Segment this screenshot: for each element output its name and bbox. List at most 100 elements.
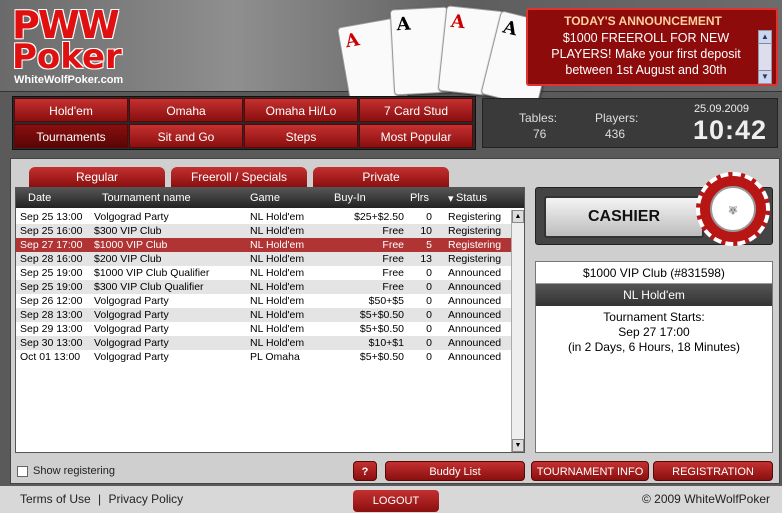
cell-players: 0 bbox=[426, 337, 432, 349]
cell-date: Sep 26 12:00 bbox=[20, 295, 83, 307]
cell-date: Sep 25 19:00 bbox=[20, 267, 83, 279]
tab-private[interactable]: Private bbox=[313, 167, 449, 187]
nav-steps[interactable]: Steps bbox=[244, 124, 358, 148]
table-row[interactable]: Sep 29 13:00 Volgograd Party NL Hold'em $5+… bbox=[16, 322, 512, 336]
logo: PWW Poker WhiteWolfPoker.com bbox=[10, 6, 160, 86]
checkbox[interactable] bbox=[17, 465, 28, 477]
cell-game: NL Hold'em bbox=[250, 295, 305, 307]
help-button[interactable]: ? bbox=[353, 461, 377, 481]
cell-status: Announced bbox=[448, 351, 502, 363]
table-row[interactable]: Sep 27 17:00 $1000 VIP Club NL Hold'em Free… bbox=[16, 238, 512, 252]
cell-status: Announced bbox=[448, 267, 502, 279]
tables-value: 76 bbox=[533, 127, 547, 141]
cell-tournament-name: $300 VIP Club bbox=[94, 225, 162, 237]
server-time: 10:42 bbox=[692, 115, 767, 145]
tab-regular[interactable]: Regular bbox=[29, 167, 165, 187]
tournament-table: Date Tournament name Game Buy-In Plrs ▾ … bbox=[15, 187, 525, 453]
announcement-panel: TODAY'S ANNOUNCEMENT $1000 FREEROLL FOR … bbox=[526, 8, 778, 86]
table-row[interactable]: Sep 28 13:00 Volgograd Party NL Hold'em $5+… bbox=[16, 308, 512, 322]
col-buyin[interactable]: Buy-In bbox=[334, 192, 366, 204]
cell-players: 0 bbox=[426, 267, 432, 279]
nav-omaha-hilo[interactable]: Omaha Hi/Lo bbox=[244, 98, 358, 122]
cashier-button[interactable]: CASHIER bbox=[544, 196, 704, 238]
cell-status: Registering bbox=[448, 225, 502, 237]
nav-tournaments[interactable]: Tournaments bbox=[14, 124, 128, 148]
bottom-toolbar: Show registering ? Buddy List TOURNAMENT… bbox=[11, 457, 781, 483]
table-scrollbar[interactable]: ▲ ▼ bbox=[511, 210, 524, 452]
nav-holdem[interactable]: Hold'em bbox=[14, 98, 128, 122]
table-row[interactable]: Sep 25 16:00 $300 VIP Club NL Hold'em Free 1… bbox=[16, 224, 512, 238]
detail-starts-remaining: (in 2 Days, 6 Hours, 18 Minutes) bbox=[567, 340, 741, 354]
cell-game: NL Hold'em bbox=[250, 211, 305, 223]
table-row[interactable]: Oct 01 13:00 Volgograd Party PL Omaha $5+$0… bbox=[16, 350, 512, 364]
poker-chip-icon: 🐺 bbox=[696, 172, 770, 246]
header: PWW Poker WhiteWolfPoker.com A A A A TOD… bbox=[0, 0, 782, 113]
cell-players: 10 bbox=[420, 225, 432, 237]
detail-starts-date: Sep 27 17:00 bbox=[618, 325, 690, 339]
logout-button[interactable]: LOGOUT bbox=[353, 490, 439, 512]
cell-game: PL Omaha bbox=[250, 351, 300, 363]
table-row[interactable]: Sep 30 13:00 Volgograd Party NL Hold'em $10… bbox=[16, 336, 512, 350]
tournament-info-button[interactable]: TOURNAMENT INFO bbox=[531, 461, 649, 481]
scroll-down-icon[interactable]: ▼ bbox=[512, 439, 524, 452]
col-tournament-name[interactable]: Tournament name bbox=[102, 192, 191, 204]
cell-players: 0 bbox=[426, 309, 432, 321]
cell-tournament-name: $1000 VIP Club Qualifier bbox=[94, 267, 210, 279]
logo-site-url: WhiteWolfPoker.com bbox=[14, 74, 124, 86]
cell-date: Sep 30 13:00 bbox=[20, 337, 83, 349]
tab-freeroll-specials[interactable]: Freeroll / Specials bbox=[171, 167, 307, 187]
cell-buyin: $25+$2.50 bbox=[354, 211, 404, 223]
table-row[interactable]: Sep 25 19:00 $300 VIP Club Qualifier NL Ho… bbox=[16, 280, 512, 294]
cell-buyin: Free bbox=[382, 267, 404, 279]
cell-tournament-name: Volgograd Party bbox=[94, 295, 169, 307]
col-status[interactable]: Status bbox=[456, 192, 487, 204]
cell-game: NL Hold'em bbox=[250, 225, 305, 237]
cell-status: Registering bbox=[448, 211, 502, 223]
cell-buyin: $5+$0.50 bbox=[359, 309, 404, 321]
cashier-panel: CASHIER 🐺 bbox=[535, 172, 773, 246]
nav-most-popular[interactable]: Most Popular bbox=[359, 124, 473, 148]
cell-buyin: $5+$0.50 bbox=[359, 351, 404, 363]
footer: Terms of Use | Privacy Policy LOGOUT © 2… bbox=[0, 486, 782, 513]
cell-game: NL Hold'em bbox=[250, 253, 305, 265]
footer-separator: | bbox=[98, 492, 102, 506]
announcement-body: $1000 FREEROLL FOR NEW PLAYERS! Make you… bbox=[551, 31, 741, 77]
announcement-scrollbar[interactable]: ▲ ▼ bbox=[758, 30, 772, 84]
scroll-up-icon[interactable]: ▲ bbox=[512, 210, 524, 223]
cell-players: 13 bbox=[420, 253, 432, 265]
tables-label: Tables: bbox=[519, 111, 558, 125]
game-type-nav: Hold'em Omaha Omaha Hi/Lo 7 Card Stud To… bbox=[12, 96, 476, 150]
cell-buyin: Free bbox=[382, 253, 404, 265]
show-registering-toggle[interactable]: Show registering bbox=[17, 465, 115, 477]
cell-tournament-name: Volgograd Party bbox=[94, 323, 169, 335]
cell-status: Registering bbox=[448, 239, 502, 251]
cell-date: Sep 27 17:00 bbox=[20, 239, 83, 251]
table-row[interactable]: Sep 26 12:00 Volgograd Party NL Hold'em $50… bbox=[16, 294, 512, 308]
scroll-up-icon[interactable]: ▲ bbox=[759, 31, 771, 44]
detail-tournament-name: $1000 VIP Club (#831598) bbox=[536, 262, 772, 284]
scroll-down-icon[interactable]: ▼ bbox=[759, 70, 771, 83]
nav-omaha[interactable]: Omaha bbox=[129, 98, 243, 122]
table-row[interactable]: Sep 28 16:00 $200 VIP Club NL Hold'em Free 1… bbox=[16, 252, 512, 266]
announcement-title: TODAY'S ANNOUNCEMENT bbox=[564, 14, 722, 28]
cell-date: Sep 25 13:00 bbox=[20, 211, 83, 223]
table-row[interactable]: Sep 25 13:00 Volgograd Party NL Hold'em $25… bbox=[16, 210, 512, 224]
nav-sit-and-go[interactable]: Sit and Go bbox=[129, 124, 243, 148]
buddy-list-button[interactable]: Buddy List bbox=[385, 461, 525, 481]
cell-tournament-name: Volgograd Party bbox=[94, 337, 169, 349]
col-players[interactable]: Plrs bbox=[410, 192, 429, 204]
registration-button[interactable]: REGISTRATION bbox=[653, 461, 773, 481]
server-date: 25.09.2009 bbox=[693, 103, 749, 115]
cell-status: Announced bbox=[448, 309, 502, 321]
nav-7-card-stud[interactable]: 7 Card Stud bbox=[359, 98, 473, 122]
privacy-link[interactable]: Privacy Policy bbox=[109, 492, 184, 506]
col-game[interactable]: Game bbox=[250, 192, 280, 204]
cell-buyin: $5+$0.50 bbox=[359, 323, 404, 335]
cell-date: Sep 25 16:00 bbox=[20, 225, 83, 237]
table-row[interactable]: Sep 25 19:00 $1000 VIP Club Qualifier NL H… bbox=[16, 266, 512, 280]
footer-links: Terms of Use | Privacy Policy bbox=[20, 492, 183, 506]
cell-players: 0 bbox=[426, 281, 432, 293]
cell-buyin: Free bbox=[382, 239, 404, 251]
terms-link[interactable]: Terms of Use bbox=[20, 492, 91, 506]
col-date[interactable]: Date bbox=[28, 192, 51, 204]
